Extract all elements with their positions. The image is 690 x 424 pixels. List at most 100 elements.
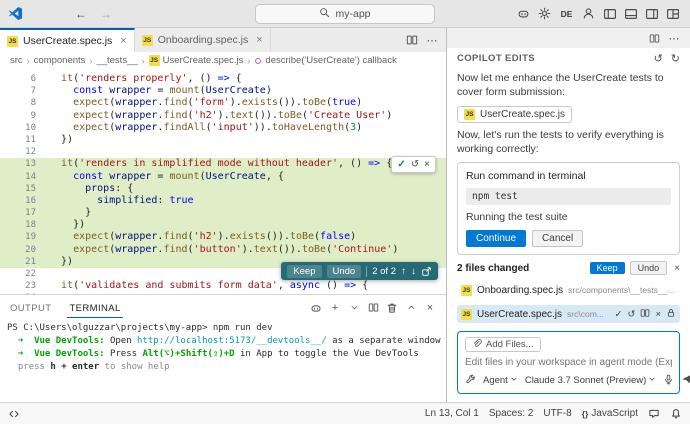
terminal-profile-dropdown-icon[interactable] xyxy=(346,300,362,316)
close-panel-icon[interactable]: × xyxy=(422,300,438,316)
code-line-14[interactable]: 14 const wrapper = mount(UserCreate, { xyxy=(0,171,446,183)
continue-button[interactable]: Continue xyxy=(466,230,526,247)
undo-change-button[interactable]: Undo xyxy=(327,265,362,278)
code-line-11[interactable]: 11 }) xyxy=(0,134,446,146)
code-line-23[interactable]: 23 it('validates and submits form data',… xyxy=(0,280,446,292)
forward-arrow-icon[interactable]: → xyxy=(100,7,112,21)
code-line-6[interactable]: 6 it('renders properly', () => { xyxy=(0,73,446,85)
breadcrumb-file-label: UserCreate.spec.js xyxy=(163,55,244,66)
settings-gear-icon[interactable] xyxy=(535,4,554,24)
keep-change-button[interactable]: Keep xyxy=(287,265,321,278)
next-change-icon[interactable]: ↓ xyxy=(411,266,416,277)
tools-icon[interactable] xyxy=(465,374,476,388)
close-tab-icon[interactable]: × xyxy=(256,34,262,46)
file-name: Onboarding.spec.js xyxy=(477,285,563,296)
code-line-20[interactable]: 20 expect(wrapper.find('button').text())… xyxy=(0,244,446,256)
customize-layout-icon[interactable] xyxy=(663,4,682,24)
go-to-file-icon[interactable] xyxy=(421,266,432,277)
layout-secondary-sidebar-icon[interactable] xyxy=(642,4,661,24)
profile-badge[interactable]: DE xyxy=(556,4,577,24)
new-terminal-icon[interactable]: + xyxy=(327,300,343,316)
account-icon[interactable] xyxy=(579,4,598,24)
undo-edit-icon[interactable]: ↺ xyxy=(654,52,663,65)
agent-mode-picker[interactable]: Agent xyxy=(483,375,518,386)
code-line-9[interactable]: 9 expect(wrapper.find('h2').text()).toBe… xyxy=(0,110,446,122)
command-center-search[interactable]: my-app xyxy=(255,4,435,24)
breadcrumb-item-symbol[interactable]: describe('UserCreate') callback xyxy=(254,55,396,66)
language-mode[interactable]: {} JavaScript xyxy=(582,408,638,419)
chat-input-container[interactable]: Add Files... Edit files in your workspac… xyxy=(457,331,680,394)
code-line-8[interactable]: 8 expect(wrapper.find('form').exists()).… xyxy=(0,97,446,109)
changed-file-row[interactable]: JS UserCreate.spec.js src\com... ✓ ↺ × xyxy=(457,305,680,323)
more-actions-icon[interactable]: ⋯ xyxy=(666,30,682,46)
cursor-position[interactable]: Ln 13, Col 1 xyxy=(425,408,479,419)
close-tab-icon[interactable]: × xyxy=(120,35,126,47)
code-editor[interactable]: 6 it('renders properly', () => {7 const … xyxy=(0,69,446,294)
add-files-button[interactable]: Add Files... xyxy=(465,337,541,352)
accept-change-icon[interactable]: ✓ xyxy=(397,159,405,170)
code-line-10[interactable]: 10 expect(wrapper.findAll('input')).toHa… xyxy=(0,122,446,134)
edits-review-widget: Keep Undo 2 of 2 ↑ ↓ xyxy=(281,262,438,280)
model-picker[interactable]: Claude 3.7 Sonnet (Preview) xyxy=(525,375,656,386)
undo-file-icon[interactable]: ↺ xyxy=(627,309,635,320)
bell-icon[interactable] xyxy=(670,408,682,420)
code-line-18[interactable]: 18 }) xyxy=(0,219,446,231)
close-files-icon[interactable]: × xyxy=(674,263,680,274)
keep-all-button[interactable]: Keep xyxy=(590,262,625,274)
indentation[interactable]: Spaces: 2 xyxy=(489,408,533,419)
previous-change-icon[interactable]: ↑ xyxy=(401,266,406,277)
copilot-edits-header: COPILOT EDITS ↺ ↻ xyxy=(447,48,690,68)
layout-panel-icon[interactable] xyxy=(621,4,640,24)
tab-onboarding-spec[interactable]: JS Onboarding.spec.js × xyxy=(135,28,271,52)
layout-sidebar-icon[interactable] xyxy=(600,4,619,24)
tab-terminal[interactable]: TERMINAL xyxy=(67,298,122,318)
breadcrumb-item-components[interactable]: components xyxy=(34,55,86,66)
breadcrumb-item-tests[interactable]: __tests__ xyxy=(96,55,137,66)
mic-icon[interactable] xyxy=(663,374,674,388)
split-terminal-icon[interactable] xyxy=(365,300,381,316)
line-number: 19 xyxy=(0,231,49,243)
breadcrumb-item-src[interactable]: src xyxy=(10,55,23,66)
send-icon[interactable] xyxy=(681,373,690,388)
code-line-19[interactable]: 19 expect(wrapper.find('h2').exists()).t… xyxy=(0,231,446,243)
file-reference-chip[interactable]: JS UserCreate.spec.js xyxy=(457,106,572,123)
terminal-line: press h + enter to show help xyxy=(7,361,446,374)
assistant-message: Now let me enhance the UserCreate tests … xyxy=(457,72,680,100)
copilot-terminal-icon[interactable] xyxy=(308,300,324,316)
copilot-icon[interactable] xyxy=(514,4,533,24)
redo-edit-icon[interactable]: ↻ xyxy=(671,52,680,65)
changed-file-row[interactable]: JS Onboarding.spec.js src/components\__t… xyxy=(457,281,680,299)
code-line-17[interactable]: 17 } xyxy=(0,207,446,219)
back-arrow-icon[interactable]: ← xyxy=(75,7,87,21)
terminal-output[interactable]: PS C:\Users\olguzzar\projects\my-app> np… xyxy=(0,320,446,402)
remote-indicator-icon[interactable] xyxy=(8,408,20,420)
code-line-15[interactable]: 15 props: { xyxy=(0,183,446,195)
close-toolbar-icon[interactable]: × xyxy=(424,159,430,170)
more-actions-icon[interactable]: ⋯ xyxy=(424,32,440,48)
code-line-24[interactable]: 24 xyxy=(0,292,446,294)
open-diff-icon[interactable] xyxy=(640,308,650,321)
maximize-panel-icon[interactable] xyxy=(403,300,419,316)
panel-layout-icon[interactable] xyxy=(646,30,662,46)
cancel-button[interactable]: Cancel xyxy=(532,230,583,247)
undo-all-button[interactable]: Undo xyxy=(630,261,668,275)
line-number: 23 xyxy=(0,280,49,292)
keep-file-icon[interactable]: ✓ xyxy=(615,309,623,320)
chat-input[interactable]: Edit files in your workspace in agent mo… xyxy=(465,357,672,368)
close-file-icon[interactable]: × xyxy=(655,309,661,320)
tab-usercreate-spec[interactable]: JS UserCreate.spec.js × xyxy=(0,28,135,52)
split-editor-icon[interactable] xyxy=(404,32,420,48)
breadcrumb-item-file[interactable]: JS UserCreate.spec.js xyxy=(149,55,244,66)
lock-file-icon[interactable] xyxy=(666,308,676,321)
discard-change-icon[interactable]: ↺ xyxy=(411,159,419,170)
code-line-13[interactable]: 13 it('renders in simplified mode withou… xyxy=(0,158,446,170)
tab-output[interactable]: OUTPUT xyxy=(8,298,53,317)
code-line-7[interactable]: 7 const wrapper = mount(UserCreate) xyxy=(0,85,446,97)
feedback-icon[interactable] xyxy=(648,408,660,420)
file-chip-label: UserCreate.spec.js xyxy=(480,109,565,120)
search-label: my-app xyxy=(335,8,370,20)
code-line-12[interactable]: 12 xyxy=(0,146,446,158)
kill-terminal-icon[interactable] xyxy=(384,300,400,316)
code-line-16[interactable]: 16 simplified: true xyxy=(0,195,446,207)
encoding[interactable]: UTF-8 xyxy=(543,408,571,419)
